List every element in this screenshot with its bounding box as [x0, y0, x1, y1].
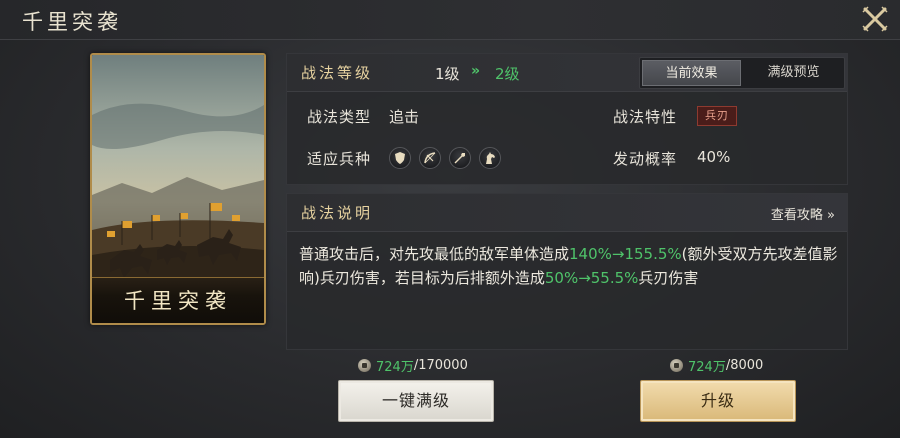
tactic-type-value: 追击: [389, 108, 420, 126]
next-level: 2级: [495, 65, 520, 83]
level-panel: 战法等级 1级 » 2级 当前效果 满级预览 战法类型 追击 战法特性 兵刃 适…: [286, 53, 848, 185]
desc-text-part-1: 普通攻击后，对先攻最低的敌军单体造成: [299, 245, 570, 263]
shield-icon: [389, 147, 411, 169]
coin-icon: [670, 358, 683, 372]
upgrade-cost-required: /8000: [725, 357, 764, 373]
upgrade-button[interactable]: 升级: [640, 380, 796, 422]
view-guide-link[interactable]: 查看攻略 »: [771, 204, 835, 223]
level-arrow-icon: »: [471, 63, 480, 79]
upgrade-cost: 724万 /8000: [670, 355, 763, 375]
title-bar: 千里突袭: [0, 0, 900, 40]
max-cost-required: /170000: [413, 357, 468, 373]
effect-tabs: 当前效果 满级预览: [639, 57, 845, 89]
tactic-card: 千里突袭: [90, 53, 266, 325]
unit-types-label: 适应兵种: [307, 150, 372, 168]
description-text: 普通攻击后，对先攻最低的敌军单体造成140%→155.5%(额外受双方先攻差值影…: [299, 242, 839, 290]
tab-max-preview[interactable]: 满级预览: [744, 60, 843, 86]
level-panel-header: 战法等级 1级 » 2级 当前效果 满级预览: [287, 54, 847, 92]
description-panel: 战法说明 查看攻略 » 普通攻击后，对先攻最低的敌军单体造成140%→155.5…: [286, 193, 848, 350]
coin-icon: [358, 358, 371, 372]
tactic-type-label: 战法类型: [307, 108, 372, 126]
tactic-trait-label: 战法特性: [613, 108, 678, 126]
trigger-chance-label: 发动概率: [613, 150, 678, 168]
current-level: 1级: [435, 65, 460, 83]
spear-icon: [449, 147, 471, 169]
tab-current-effect[interactable]: 当前效果: [642, 60, 741, 86]
upgrade-cost-owned: 724万: [688, 359, 726, 375]
max-level-button[interactable]: 一键满级: [338, 380, 494, 422]
trait-badge: 兵刃: [697, 106, 737, 126]
card-name: 千里突袭: [124, 289, 232, 313]
close-icon: [862, 6, 888, 32]
level-title: 战法等级: [301, 64, 374, 82]
desc-highlight-2: 50%→55.5%: [544, 269, 639, 287]
horse-icon: [479, 147, 501, 169]
desc-text-part-3: 兵刃伤害: [638, 269, 699, 287]
desc-highlight-1: 140%→155.5%: [569, 245, 682, 263]
bow-icon: [419, 147, 441, 169]
max-level-cost: 724万 /170000: [358, 355, 468, 375]
trigger-chance-value: 40%: [697, 148, 731, 166]
window-title: 千里突袭: [22, 10, 122, 34]
description-title: 战法说明: [301, 204, 374, 222]
close-button[interactable]: [860, 4, 890, 34]
max-cost-owned: 724万: [376, 359, 414, 375]
description-panel-header: 战法说明 查看攻略 »: [287, 194, 847, 232]
card-name-band: 千里突袭: [92, 277, 264, 323]
